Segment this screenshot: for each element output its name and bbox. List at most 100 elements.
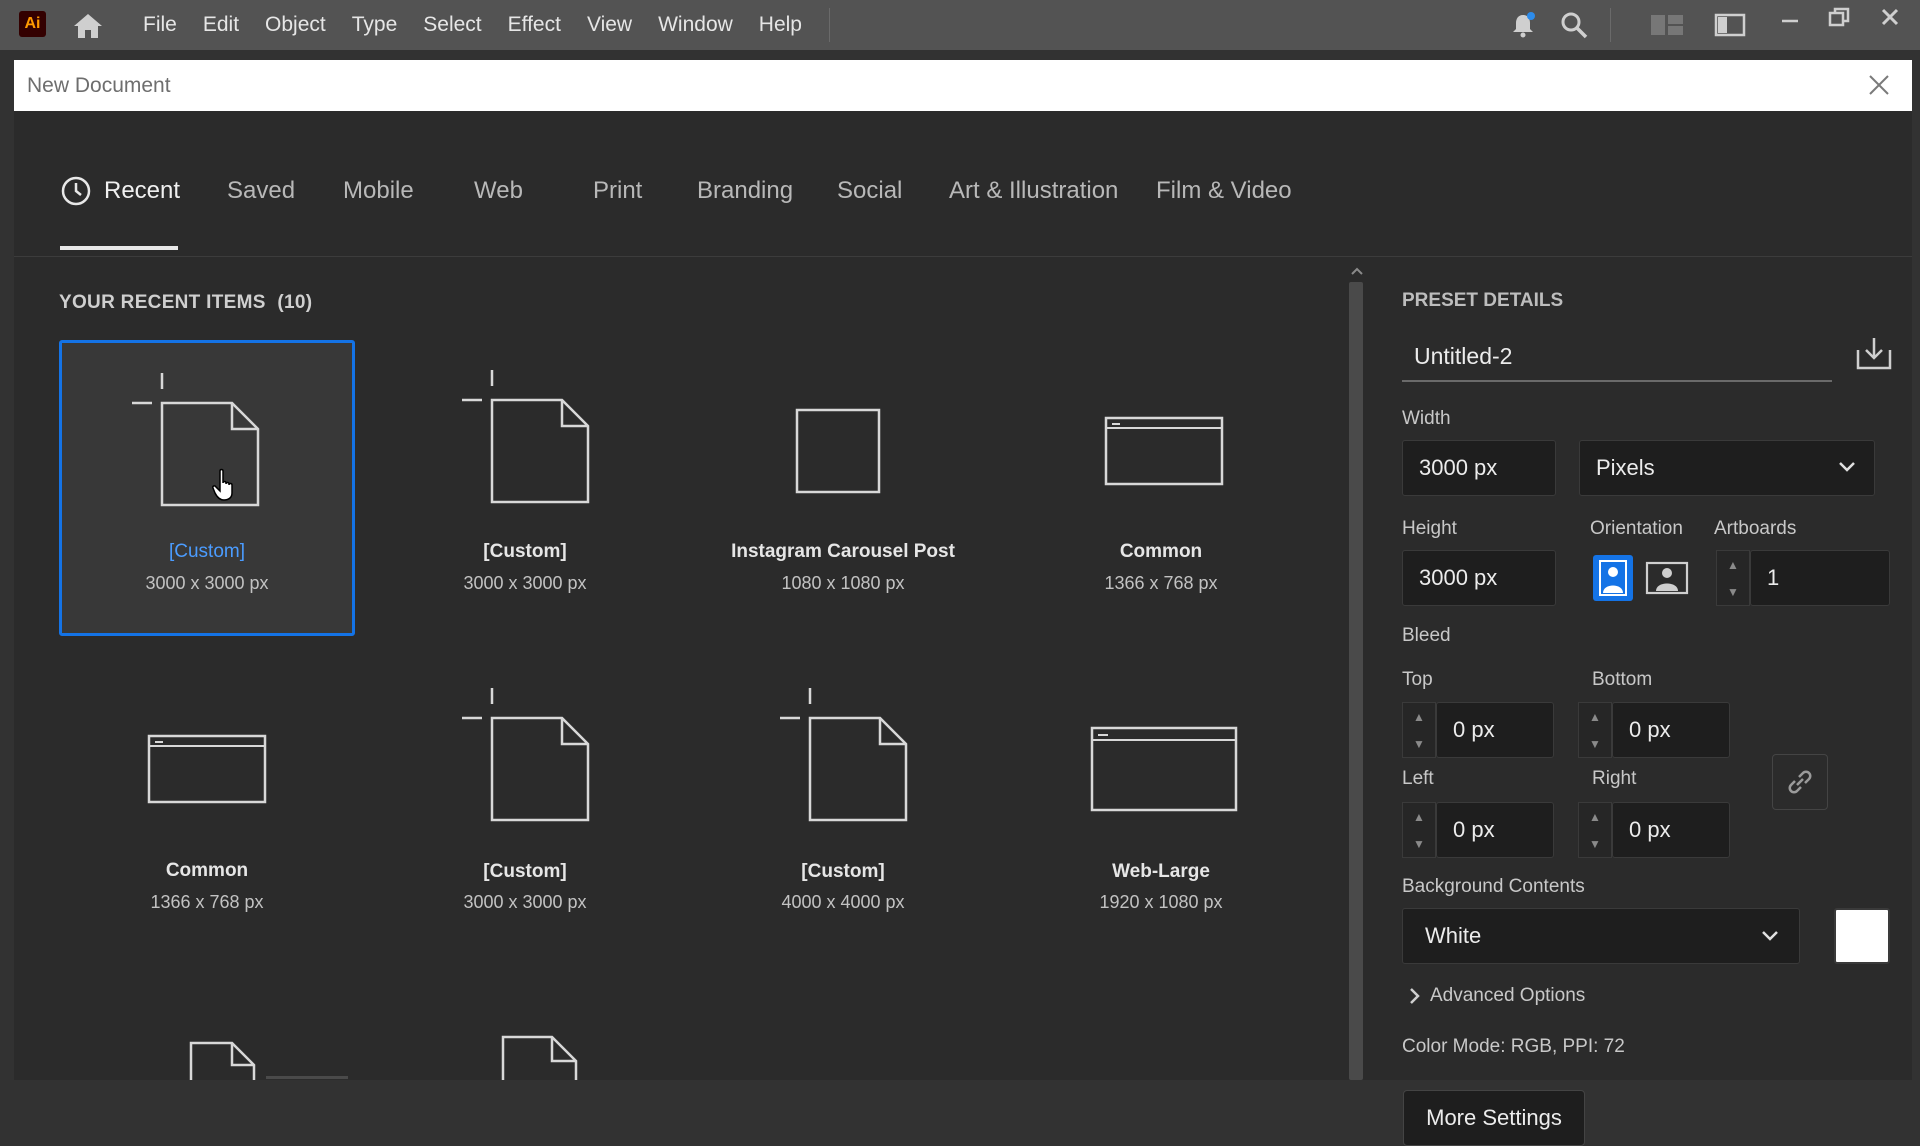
chevron-right-icon <box>1410 988 1420 1004</box>
menu-edit[interactable]: Edit <box>203 13 239 37</box>
scrollbar-thumb[interactable] <box>1349 282 1363 1080</box>
advanced-options-label: Advanced Options <box>1430 985 1586 1006</box>
bleed-right-input[interactable]: 0 px <box>1612 802 1730 858</box>
width-input[interactable]: 3000 px <box>1402 440 1556 496</box>
background-color-swatch[interactable] <box>1834 908 1890 964</box>
landscape-orientation-button[interactable] <box>1643 555 1691 601</box>
menu-type[interactable]: Type <box>352 13 398 37</box>
height-label: Height <box>1402 518 1457 539</box>
minimize-icon[interactable] <box>1773 0 1807 34</box>
window-tools <box>1500 0 1920 50</box>
advanced-options-toggle[interactable]: Advanced Options <box>1408 985 1585 1007</box>
item-dimensions: 3000 x 3000 px <box>145 573 269 593</box>
clock-icon <box>61 176 91 206</box>
bleed-bottom-stepper[interactable]: ▲ ▼ <box>1578 702 1612 758</box>
workspace-switcher-icon[interactable] <box>1713 8 1747 42</box>
horizontal-scrollbar[interactable] <box>266 1076 348 1079</box>
chevron-down-icon[interactable]: ▼ <box>1413 837 1425 851</box>
bleed-bottom-input[interactable]: 0 px <box>1612 702 1730 758</box>
notification-bell-icon[interactable] <box>1506 8 1540 42</box>
recent-item-tile[interactable]: [Custom] 4000 x 4000 px <box>695 658 991 954</box>
item-dimensions: 3000 x 3000 px <box>463 573 587 593</box>
artboards-stepper[interactable]: ▲ ▼ <box>1716 550 1750 606</box>
menu-select[interactable]: Select <box>423 13 481 37</box>
recent-item-tile[interactable]: [Custom] 3000 x 3000 px <box>377 340 673 636</box>
tab-branding[interactable]: Branding <box>697 177 793 205</box>
preset-category-tabs: Recent Saved Mobile Web Print Branding S… <box>14 111 1912 257</box>
bleed-label: Bleed <box>1402 625 1451 646</box>
hand-cursor-icon <box>212 468 233 501</box>
tab-mobile[interactable]: Mobile <box>343 177 414 205</box>
tab-social[interactable]: Social <box>837 177 902 205</box>
home-icon[interactable] <box>70 10 106 42</box>
bleed-right-stepper[interactable]: ▲ ▼ <box>1578 802 1612 858</box>
chevron-up-icon[interactable]: ▲ <box>1727 558 1739 572</box>
chevron-down-icon[interactable]: ▼ <box>1589 837 1601 851</box>
menu-object[interactable]: Object <box>265 13 326 37</box>
chevron-down-icon <box>1839 462 1855 472</box>
custom-doc-icon <box>780 688 908 822</box>
bleed-left-input[interactable]: 0 px <box>1436 802 1554 858</box>
color-mode-info: Color Mode: RGB, PPI: 72 <box>1402 1036 1625 1057</box>
more-settings-button[interactable]: More Settings <box>1403 1090 1585 1146</box>
chevron-down-icon[interactable]: ▼ <box>1727 585 1739 599</box>
document-icon <box>501 1035 578 1080</box>
browser-window-icon <box>147 734 267 804</box>
recent-item-tile[interactable]: Common 1366 x 768 px <box>59 658 355 954</box>
item-dimensions: 1366 x 768 px <box>150 892 264 912</box>
item-name: Web-Large <box>1112 861 1210 882</box>
save-preset-icon[interactable] <box>1854 334 1894 372</box>
preset-details-panel: PRESET DETAILS Untitled-2 Width 3000 px … <box>1368 258 1912 1146</box>
menu-window[interactable]: Window <box>658 13 733 37</box>
recent-item-tile[interactable]: Web-Large 1920 x 1080 px <box>1013 658 1309 954</box>
background-contents-value: White <box>1425 923 1482 948</box>
grid-scrollbar[interactable] <box>1346 260 1368 1080</box>
custom-doc-icon <box>462 370 590 504</box>
background-contents-select[interactable]: White <box>1402 908 1800 964</box>
menu-effect[interactable]: Effect <box>508 13 561 37</box>
restore-icon[interactable] <box>1822 0 1856 34</box>
active-tab-indicator <box>60 246 178 250</box>
close-dialog-icon[interactable] <box>1866 72 1892 98</box>
item-dimensions: 1920 x 1080 px <box>1099 892 1223 912</box>
tab-saved[interactable]: Saved <box>227 177 295 205</box>
chevron-up-icon[interactable]: ▲ <box>1589 710 1601 724</box>
item-name: [Custom] <box>483 541 567 562</box>
chevron-up-icon[interactable]: ▲ <box>1413 810 1425 824</box>
document-name-input[interactable]: Untitled-2 <box>1402 332 1832 382</box>
search-icon[interactable] <box>1557 8 1591 42</box>
bleed-left-stepper[interactable]: ▲ ▼ <box>1402 802 1436 858</box>
tab-film-video[interactable]: Film & Video <box>1156 177 1292 205</box>
chevron-down-icon[interactable]: ▼ <box>1413 737 1425 751</box>
recent-item-tile[interactable]: [Custom] 3000 x 3000 px <box>377 658 673 954</box>
units-select[interactable]: Pixels <box>1579 440 1875 496</box>
scroll-up-icon[interactable] <box>1349 266 1365 276</box>
menu-view[interactable]: View <box>587 13 632 37</box>
recent-item-tile[interactable]: [Custom] 3000 x 3000 px <box>59 340 355 636</box>
menu-file[interactable]: File <box>143 13 177 37</box>
arrange-documents-icon[interactable] <box>1650 8 1684 42</box>
preset-details-title: PRESET DETAILS <box>1402 290 1564 311</box>
width-label: Width <box>1402 408 1451 429</box>
portrait-orientation-button[interactable] <box>1593 555 1633 601</box>
menu-help[interactable]: Help <box>759 13 802 37</box>
tab-recent[interactable]: Recent <box>104 177 180 205</box>
chevron-up-icon[interactable]: ▲ <box>1413 710 1425 724</box>
tab-print[interactable]: Print <box>593 177 642 205</box>
chevron-up-icon[interactable]: ▲ <box>1589 810 1601 824</box>
recent-items-grid: YOUR RECENT ITEMS (10) [Custom] 3000 x 3… <box>14 258 1344 1080</box>
item-name: Common <box>165 860 249 881</box>
link-bleed-button[interactable] <box>1772 754 1828 810</box>
bleed-left-label: Left <box>1402 768 1434 789</box>
tab-web[interactable]: Web <box>474 177 523 205</box>
browser-window-icon <box>1090 726 1238 812</box>
tab-art-illustration[interactable]: Art & Illustration <box>949 177 1118 205</box>
height-input[interactable]: 3000 px <box>1402 550 1556 606</box>
bleed-top-input[interactable]: 0 px <box>1436 702 1554 758</box>
recent-item-tile[interactable]: Instagram Carousel Post 1080 x 1080 px <box>695 340 991 636</box>
artboards-input[interactable]: 1 <box>1750 550 1890 606</box>
close-window-icon[interactable] <box>1873 0 1907 34</box>
chevron-down-icon[interactable]: ▼ <box>1589 737 1601 751</box>
recent-item-tile[interactable]: Common 1366 x 768 px <box>1013 340 1309 636</box>
bleed-top-stepper[interactable]: ▲ ▼ <box>1402 702 1436 758</box>
